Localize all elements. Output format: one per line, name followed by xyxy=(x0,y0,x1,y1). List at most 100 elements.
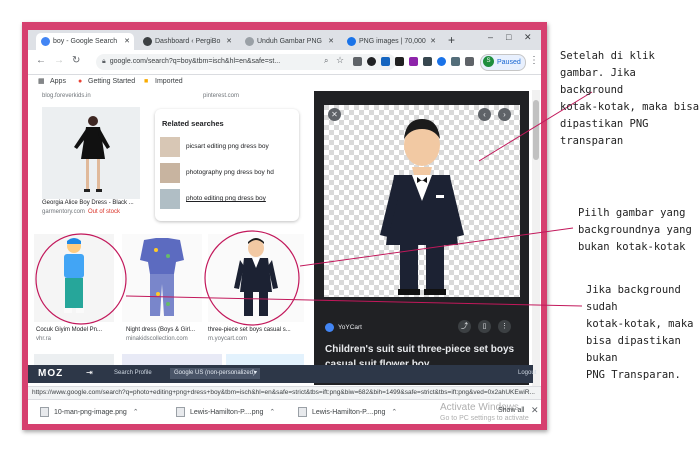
result-title[interactable]: three-piece set boys casual s... xyxy=(208,327,291,333)
boy-in-suit-transparent-icon[interactable] xyxy=(324,105,520,297)
close-tab-icon[interactable]: ✕ xyxy=(226,33,232,50)
related-thumb xyxy=(160,137,180,157)
stock-status: Out of stock xyxy=(88,209,121,215)
tab-bar: boy - Google Search ✕ Dashboard ‹ PergiBo… xyxy=(28,30,541,50)
address-bar[interactable]: 🔒︎ google.com/search?q=boy&tbm=isch&hl=en… xyxy=(96,54,396,70)
close-tab-icon[interactable]: ✕ xyxy=(430,33,436,50)
close-tab-icon[interactable]: ✕ xyxy=(124,33,130,50)
annotation-line: Piilh gambar yang xyxy=(578,207,686,219)
annotation-line: kotak-kotak, maka xyxy=(586,318,694,330)
result-source: garmentory.com xyxy=(42,209,85,215)
scrollbar[interactable] xyxy=(532,90,540,386)
tab-label: PNG images | 70,000 xyxy=(359,38,426,45)
girl-in-black-dress-icon xyxy=(42,107,140,199)
extension-icon[interactable] xyxy=(451,57,460,66)
extension-icon[interactable] xyxy=(381,57,390,66)
related-label: photo editing png dress boy xyxy=(186,195,266,202)
bookmark-apps[interactable]: Apps xyxy=(50,75,66,89)
chevron-up-icon[interactable]: ⌃ xyxy=(391,409,397,416)
close-preview-icon[interactable]: ✕ xyxy=(328,108,341,121)
extension-icon[interactable] xyxy=(437,57,446,66)
windows-watermark: Activate Windows Go to PC settings to ac… xyxy=(440,402,541,424)
site-favicon-icon xyxy=(347,36,356,46)
related-item[interactable]: photo editing png dress boy xyxy=(160,189,294,209)
bookmark-imported[interactable]: Imported xyxy=(155,75,183,89)
bookmark-icon[interactable]: ▯ xyxy=(478,320,491,333)
close-tab-icon[interactable]: ✕ xyxy=(328,33,334,50)
star-icon[interactable]: ☆ xyxy=(336,55,344,66)
result-image-black-dress[interactable] xyxy=(42,107,140,199)
extension-icon[interactable] xyxy=(395,57,404,66)
result-title[interactable]: Cocuk Giyim Model Pn... xyxy=(36,327,102,333)
download-item[interactable]: Lewis-Hamilton-P....png ⌃ xyxy=(176,407,275,417)
chevron-up-icon[interactable]: ⌃ xyxy=(133,409,139,416)
puzzle-icon[interactable] xyxy=(465,57,474,66)
result-source[interactable]: blog.foreverkids.in xyxy=(42,93,91,99)
annotation-line: backgroundnya yang xyxy=(578,224,692,236)
tab-label: Dashboard ‹ PergiBo xyxy=(155,38,221,45)
moz-exit-icon[interactable]: ⇥ xyxy=(86,368,93,377)
tab-dashboard[interactable]: Dashboard ‹ PergiBo ✕ xyxy=(138,33,236,50)
chevron-up-icon[interactable]: ⌃ xyxy=(269,409,275,416)
related-searches-card: Related searches picsart editing png dre… xyxy=(155,109,299,221)
watermark-line2: Go to PC settings to activate Windows. xyxy=(440,415,529,422)
chevron-down-icon[interactable]: ▾ xyxy=(254,369,257,376)
back-icon[interactable]: ← xyxy=(36,55,46,66)
annotation-line: Setelah di klik xyxy=(560,50,655,62)
related-item[interactable]: photography png dress boy hd xyxy=(160,163,294,183)
annotation-line: bisa dipastikan bukan xyxy=(586,335,681,364)
close-downloads-icon[interactable]: ✕ xyxy=(531,405,539,416)
search-profile-label: Search Profile xyxy=(114,370,152,376)
download-item[interactable]: 10-man-png-image.png ⌃ xyxy=(40,407,139,417)
search-icon[interactable]: ⌕ xyxy=(324,56,328,66)
status-bar: https://www.google.com/search?q=photo+ed… xyxy=(28,386,541,399)
result-image-night-dress[interactable] xyxy=(122,234,202,322)
lock-icon: 🔒︎ xyxy=(102,58,106,65)
tab-label: Unduh Gambar PNG xyxy=(257,38,322,45)
tab-google-search[interactable]: boy - Google Search ✕ xyxy=(36,33,134,50)
extension-icon[interactable] xyxy=(367,57,376,66)
more-options-icon[interactable]: ⋮ xyxy=(498,320,511,333)
apps-grid-icon[interactable]: ▦ xyxy=(38,75,45,89)
moz-toolbar: MOZ ⇥ Search Profile Google US (non-pers… xyxy=(28,365,536,383)
extension-icon[interactable] xyxy=(353,57,362,66)
close-window-icon[interactable]: ✕ xyxy=(524,32,532,43)
show-all-button[interactable]: Show all xyxy=(498,407,524,414)
download-name: Lewis-Hamilton-P....png xyxy=(190,408,264,416)
moz-logo: MOZ xyxy=(38,368,64,379)
toolbar: ← → ↻ 🔒︎ google.com/search?q=boy&tbm=isch… xyxy=(28,50,541,75)
result-image-suit-boy[interactable] xyxy=(208,234,304,322)
maximize-icon[interactable]: □ xyxy=(506,32,511,42)
forward-icon[interactable]: → xyxy=(54,55,64,66)
menu-icon[interactable]: ⋮ xyxy=(529,55,539,66)
bookmarks-bar: ▦ Apps ● Getting Started ■ Imported xyxy=(28,75,541,89)
download-item[interactable]: Lewis-Hamilton-P....png ⌃ xyxy=(298,407,397,417)
download-name: Lewis-Hamilton-P....png xyxy=(312,408,386,416)
annotation-line: PNG Transparan. xyxy=(586,369,681,381)
preview-source[interactable]: YoYCart xyxy=(325,323,362,332)
result-title[interactable]: Georgia Alice Boy Dress - Black ... xyxy=(42,200,134,206)
tab-unduh[interactable]: Unduh Gambar PNG ✕ xyxy=(240,33,338,50)
next-image-icon[interactable]: › xyxy=(498,108,511,121)
result-image-boy-blue[interactable] xyxy=(34,234,114,322)
chrome-icon: ● xyxy=(78,78,83,85)
extension-icon[interactable] xyxy=(409,57,418,66)
profile-button[interactable]: S Paused xyxy=(480,54,526,71)
site-favicon-icon xyxy=(143,36,152,46)
result-source[interactable]: pinterest.com xyxy=(203,93,239,99)
minimize-icon[interactable]: – xyxy=(488,32,493,42)
previous-image-icon[interactable]: ‹ xyxy=(478,108,491,121)
tab-png-images[interactable]: PNG images | 70,000 ✕ xyxy=(342,33,440,50)
related-item[interactable]: picsart editing png dress boy xyxy=(160,137,294,157)
scrollbar-thumb[interactable] xyxy=(533,100,539,160)
reload-icon[interactable]: ↻ xyxy=(72,55,80,66)
bookmark-getting-started[interactable]: Getting Started xyxy=(88,75,135,89)
related-heading: Related searches xyxy=(162,119,224,128)
extension-icon[interactable] xyxy=(423,57,432,66)
result-source: minakidscollection.com xyxy=(126,336,188,342)
moz-logout-link[interactable]: Logout xyxy=(518,370,536,376)
share-icon[interactable]: ⤴ xyxy=(458,320,471,333)
result-title[interactable]: Night dress (Boys & Girl... xyxy=(126,327,195,333)
new-tab-button[interactable]: + xyxy=(448,33,455,48)
search-profile-select[interactable]: Google US (non-personalized) xyxy=(170,368,260,379)
